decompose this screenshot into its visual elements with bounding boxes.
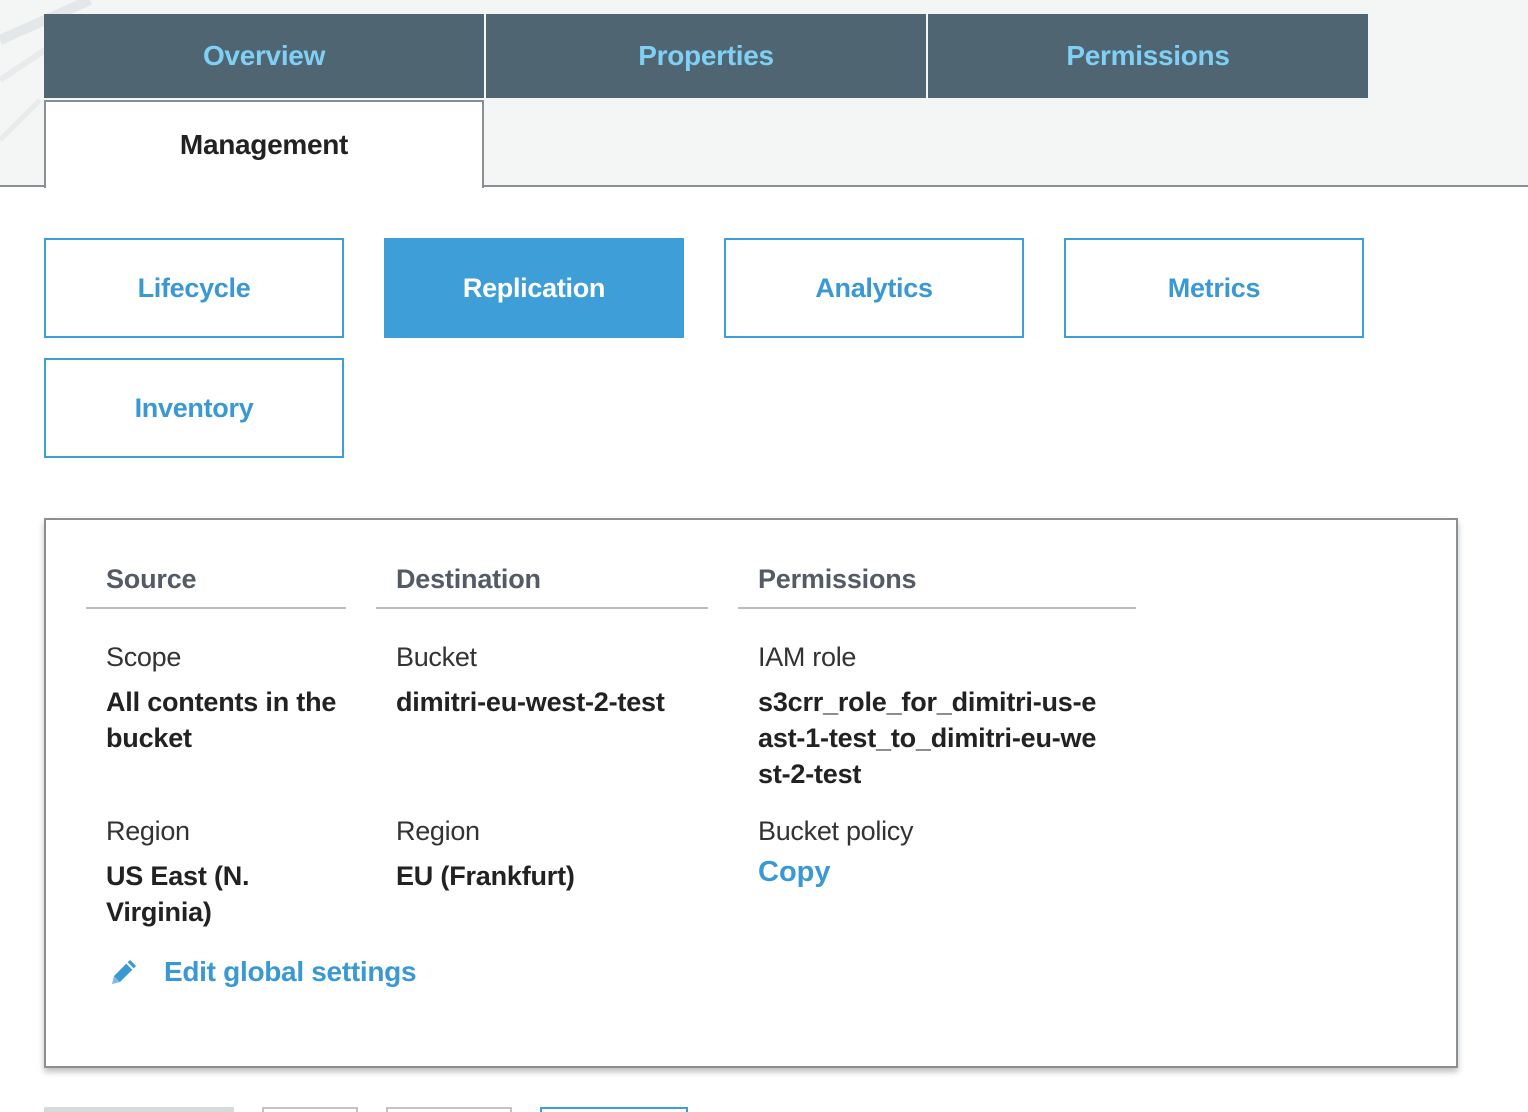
subtab-analytics[interactable]: Analytics [724,238,1024,338]
scope-label: Scope [106,642,182,672]
tab-properties[interactable]: Properties [486,14,926,98]
source-heading: Source [86,564,346,609]
footer-button-4[interactable] [540,1107,688,1112]
footer-button-2[interactable] [262,1107,358,1112]
destination-region-value: EU (Frankfurt) [396,861,575,891]
tab-overview[interactable]: Overview [44,14,484,98]
edit-global-settings-label: Edit global settings [164,956,417,987]
destination-region-label: Region [396,816,480,846]
footer-button-1[interactable] [44,1107,234,1112]
source-region-value: US East (N. Virginia) [106,861,250,927]
footer-button-3[interactable] [386,1107,512,1112]
iam-role-label: IAM role [758,642,857,672]
copy-policy-link[interactable]: Copy [758,856,831,889]
bucket-value: dimitri-eu-west-2-test [396,687,665,717]
replication-rule-card: Source Destination Permissions Scope All… [44,518,1458,1068]
permissions-heading: Permissions [738,564,1136,609]
tab-management[interactable]: Management [44,100,484,188]
subtab-metrics[interactable]: Metrics [1064,238,1364,338]
subtab-inventory[interactable]: Inventory [44,358,344,458]
destination-heading: Destination [376,564,708,609]
edit-global-settings-link[interactable]: Edit global settings [108,956,417,988]
iam-role-value: s3crr_role_for_dimitri-us-east-1-test_to… [758,687,1097,789]
scope-value: All contents in the bucket [106,687,337,753]
bucket-policy-label: Bucket policy [758,816,914,846]
subtab-replication[interactable]: Replication [384,238,684,338]
tab-permissions[interactable]: Permissions [928,14,1368,98]
pencil-icon [112,960,136,984]
subtab-lifecycle[interactable]: Lifecycle [44,238,344,338]
source-region-label: Region [106,816,190,846]
bucket-label: Bucket [396,642,477,672]
